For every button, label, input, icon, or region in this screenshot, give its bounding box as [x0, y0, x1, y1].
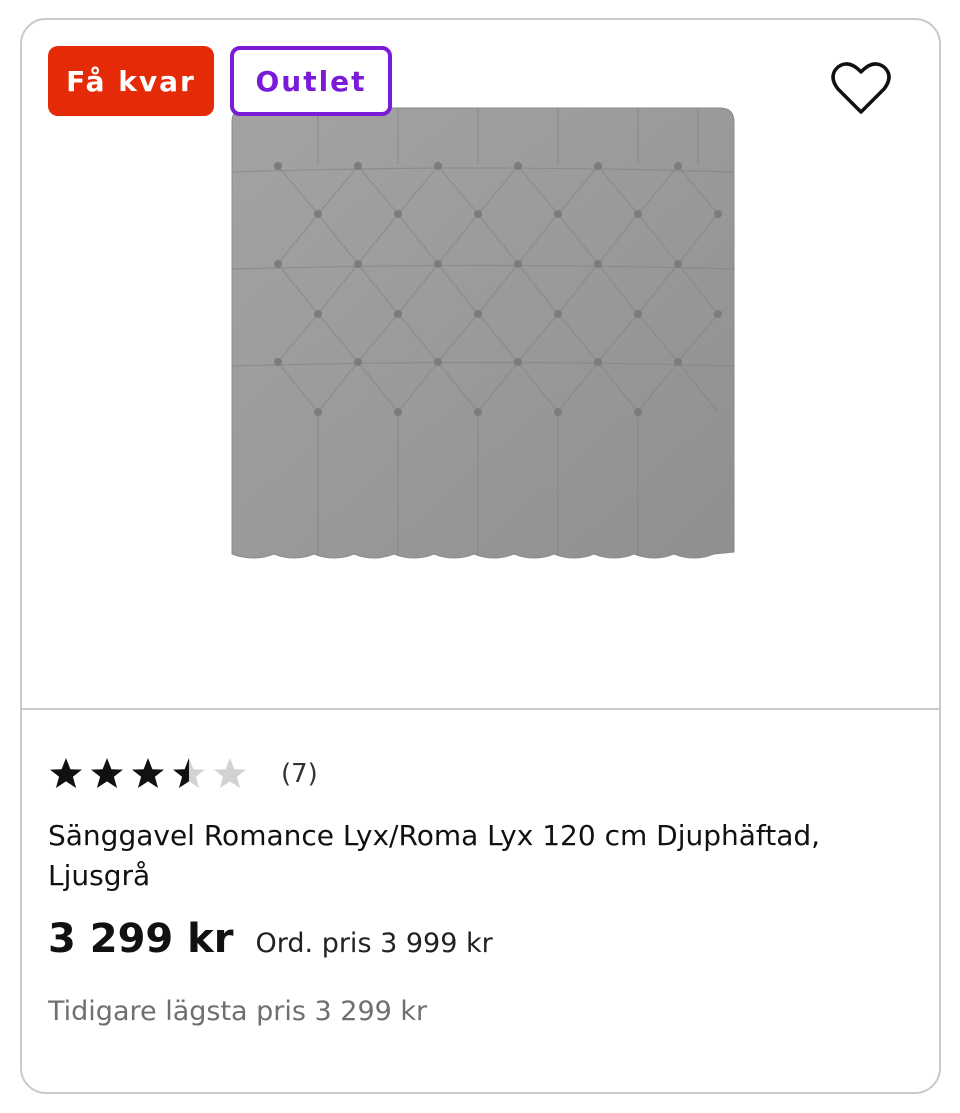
heart-outline-icon[interactable] — [830, 60, 892, 118]
current-price: 3 299 kr — [48, 916, 234, 962]
few-left-badge: Få kvar — [48, 46, 214, 116]
star-empty-icon — [214, 758, 246, 788]
star-half-icon — [173, 758, 205, 788]
star-rating — [48, 756, 253, 792]
rating-row[interactable]: (7) — [48, 756, 318, 792]
star-full-icon — [132, 758, 164, 788]
review-count[interactable]: (7) — [281, 759, 318, 789]
ordinary-price: Ord. pris 3 999 kr — [255, 928, 493, 959]
headboard-image[interactable] — [228, 104, 738, 576]
product-card[interactable]: Få kvar Outlet (7) Sänggavel Romance Lyx… — [20, 18, 941, 1094]
product-title[interactable]: Sänggavel Romance Lyx/Roma Lyx 120 cm Dj… — [48, 816, 918, 896]
outlet-badge: Outlet — [230, 46, 392, 116]
star-full-icon — [91, 758, 123, 788]
product-image-area[interactable]: Få kvar Outlet — [22, 20, 939, 708]
divider — [22, 708, 939, 710]
star-full-icon — [50, 758, 82, 788]
lowest-price-note: Tidigare lägsta pris 3 299 kr — [48, 996, 428, 1027]
price-row: 3 299 kr Ord. pris 3 999 kr — [48, 916, 493, 962]
